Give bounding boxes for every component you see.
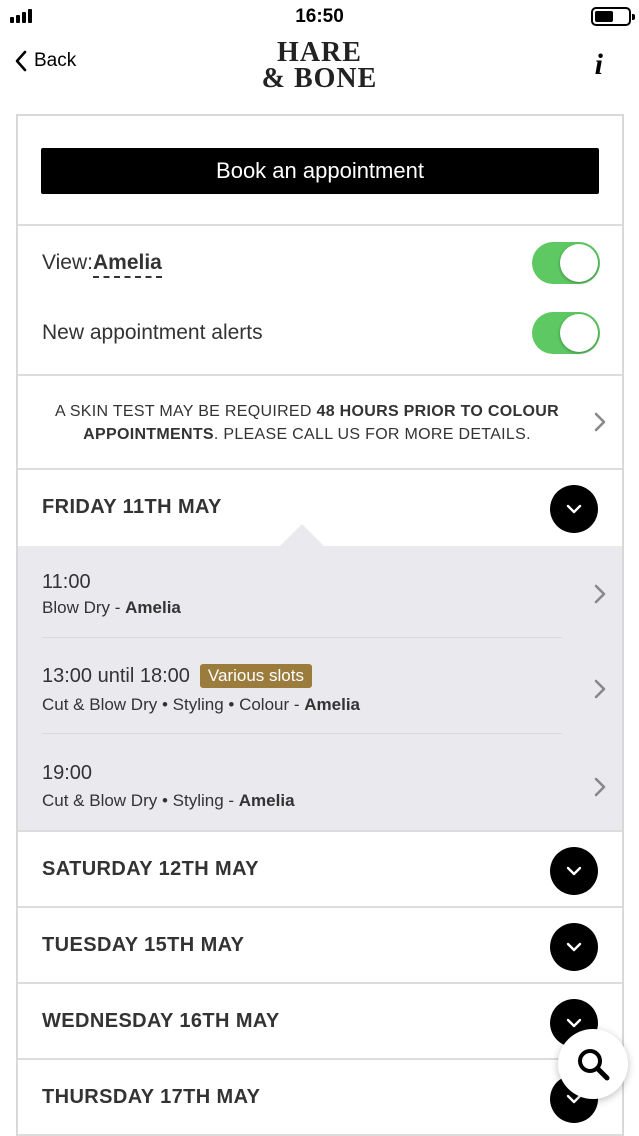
day-header-wednesday[interactable]: WEDNESDAY 16TH MAY xyxy=(18,984,622,1060)
view-stylist-selector[interactable]: Amelia xyxy=(92,251,162,278)
chevron-down-icon xyxy=(566,504,582,514)
expand-button[interactable] xyxy=(550,923,598,971)
chevron-down-icon xyxy=(566,866,582,876)
search-button[interactable] xyxy=(558,1029,628,1099)
hare-and-bone-logo: HARE & BONE xyxy=(0,39,639,94)
skin-test-notice[interactable]: A SKIN TEST MAY BE REQUIRED 48 HOURS PRI… xyxy=(18,376,622,470)
expand-button[interactable] xyxy=(550,847,598,895)
slot-time: 19:00 xyxy=(42,762,93,784)
chevron-right-icon xyxy=(594,777,606,797)
chevron-right-icon xyxy=(594,679,606,699)
day-header-tuesday[interactable]: TUESDAY 15TH MAY xyxy=(18,908,622,984)
day-header-saturday[interactable]: SATURDAY 12TH MAY xyxy=(18,832,622,908)
booking-section: Book an appointment xyxy=(18,116,622,226)
view-label: View: xyxy=(42,251,93,274)
various-slots-badge: Various slots xyxy=(199,664,312,688)
status-bar: 16:50 xyxy=(0,0,639,34)
search-icon xyxy=(578,1049,610,1081)
notice-text: A SKIN TEST MAY BE REQUIRED 48 HOURS PRI… xyxy=(54,403,559,443)
day-title: TUESDAY 15TH MAY xyxy=(42,934,245,956)
chevron-right-icon xyxy=(594,584,606,604)
battery-icon xyxy=(591,7,635,26)
slot-row[interactable]: 11:00 Blow Dry - Amelia xyxy=(18,546,622,640)
slot-stylist: Amelia xyxy=(304,695,361,714)
collapse-button[interactable] xyxy=(550,485,598,533)
logo-line-2: & BONE xyxy=(261,63,378,94)
settings-section: View:Amelia New appointment alerts xyxy=(18,226,622,376)
friday-slots-panel: 11:00 Blow Dry - Amelia 13:00 until 18:0… xyxy=(18,524,622,832)
slot-row[interactable]: 13:00 until 18:00 Various slots Cut & Bl… xyxy=(18,638,622,732)
info-button[interactable]: i xyxy=(595,48,603,82)
view-toggle[interactable] xyxy=(532,242,600,284)
slot-time: 11:00 xyxy=(42,571,91,593)
chevron-down-icon xyxy=(566,1018,582,1028)
alerts-toggle[interactable] xyxy=(532,312,600,354)
day-title: SATURDAY 12TH MAY xyxy=(42,858,259,880)
book-appointment-button[interactable]: Book an appointment xyxy=(41,148,599,194)
slot-stylist: Amelia xyxy=(125,598,181,617)
navigation-bar: Back HARE & BONE i xyxy=(0,34,639,104)
slot-row[interactable]: 19:00 Cut & Blow Dry • Styling - Amelia xyxy=(18,736,622,830)
status-time: 16:50 xyxy=(295,6,344,27)
chevron-down-icon xyxy=(566,942,582,952)
alerts-row: New appointment alerts xyxy=(42,308,600,358)
slot-stylist: Amelia xyxy=(238,791,295,810)
appointments-card: Book an appointment View:Amelia New appo… xyxy=(16,114,624,1136)
chevron-right-icon xyxy=(594,412,606,432)
info-icon: i xyxy=(594,48,603,81)
slot-time: 13:00 until 18:00 xyxy=(42,664,190,687)
day-title: THURSDAY 17TH MAY xyxy=(42,1086,261,1108)
alerts-label: New appointment alerts xyxy=(42,321,263,344)
day-title: WEDNESDAY 16TH MAY xyxy=(42,1010,280,1032)
view-row: View:Amelia xyxy=(42,238,600,288)
day-header-thursday[interactable]: THURSDAY 17TH MAY xyxy=(18,1060,622,1136)
day-title: FRIDAY 11TH MAY xyxy=(42,496,222,518)
